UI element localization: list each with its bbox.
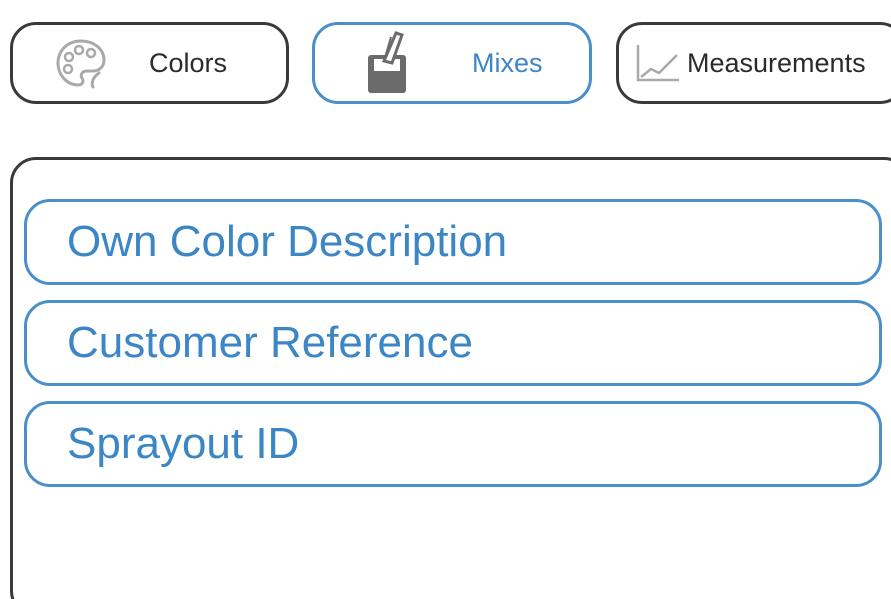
tab-colors[interactable]: Colors [10,22,289,104]
app-screen: Colors Mixes Measurements Own Color Desc… [0,0,891,599]
palette-icon [53,35,109,91]
sprayout-id-field[interactable]: Sprayout ID [24,401,882,487]
paint-can-icon [360,31,416,95]
tab-mixes-label: Mixes [472,47,543,78]
customer-reference-field[interactable]: Customer Reference [24,300,882,386]
tab-colors-label: Colors [149,47,228,78]
own-color-description-text: Own Color Description [67,217,508,266]
line-chart-icon [635,43,681,83]
own-color-description-field[interactable]: Own Color Description [24,199,882,285]
tab-measurements-label: Measurements [687,47,866,78]
tab-mixes[interactable]: Mixes [312,22,592,104]
tab-measurements[interactable]: Measurements [616,22,891,104]
customer-reference-text: Customer Reference [67,318,473,367]
sprayout-id-text: Sprayout ID [67,419,300,468]
